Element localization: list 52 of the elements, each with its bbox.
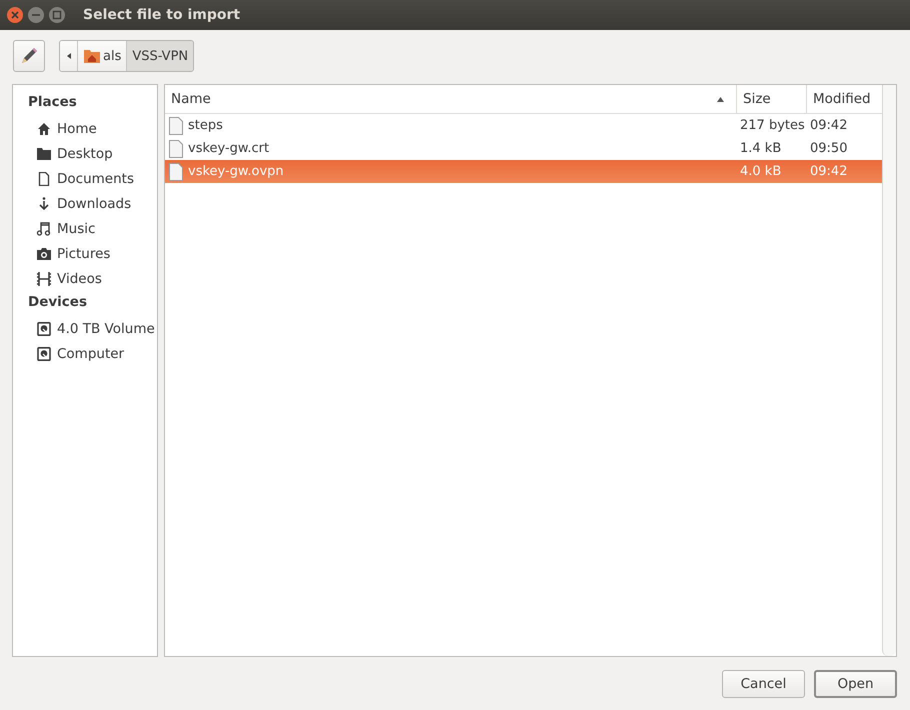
sort-ascending-icon [717, 96, 724, 102]
drive-icon [37, 322, 51, 336]
column-header[interactable]: Name [165, 85, 737, 113]
sidebar-item[interactable]: Computer [13, 341, 157, 366]
home-folder-icon [83, 48, 101, 64]
file-row[interactable]: vskey-gw.crt 1.4 kB 09:50 [165, 137, 882, 160]
sidebar-item[interactable]: 4.0 TB Volume [13, 316, 157, 341]
document-icon [37, 172, 51, 186]
sidebar-item[interactable]: Downloads [13, 191, 157, 216]
edit-location-button[interactable] [13, 40, 45, 72]
path-back-button[interactable] [60, 41, 78, 71]
file-icon [169, 116, 183, 134]
dialog-button[interactable]: Cancel [722, 670, 805, 698]
sidebar-item[interactable]: Home [13, 116, 157, 141]
close-icon[interactable] [6, 6, 24, 24]
left-arrow-icon [66, 53, 70, 59]
sidebar-item[interactable]: Pictures [13, 241, 157, 266]
file-modified: 09:42 [810, 164, 848, 179]
file-row[interactable]: steps 217 bytes 09:42 [165, 114, 882, 137]
sidebar-item[interactable]: Music [13, 216, 157, 241]
camera-icon [37, 246, 51, 260]
sidebar-item[interactable]: Videos [13, 266, 157, 291]
file-name: vskey-gw.ovpn [188, 164, 284, 179]
file-size: 217 bytes [740, 118, 805, 133]
scrollbar[interactable] [882, 85, 896, 656]
pencil-icon [19, 46, 39, 66]
sidebar-heading: Devices [27, 293, 88, 312]
maximize-icon[interactable] [48, 6, 66, 24]
file-name: steps [188, 118, 223, 133]
file-modified: 09:50 [810, 141, 848, 156]
file-icon [169, 140, 183, 158]
download-icon [37, 196, 51, 210]
file-modified: 09:42 [810, 118, 848, 133]
drive-icon [37, 346, 51, 360]
window-title: Select file to import [83, 7, 240, 23]
file-icon [169, 162, 183, 180]
film-icon [37, 272, 51, 286]
path-button[interactable]: als [78, 41, 128, 71]
file-name: vskey-gw.crt [188, 141, 270, 156]
dialog-button[interactable]: Open [814, 670, 897, 698]
music-icon [37, 222, 51, 236]
sidebar-item[interactable]: Documents [13, 166, 157, 191]
file-size: 4.0 kB [740, 164, 782, 179]
folder-icon [37, 146, 51, 160]
column-header[interactable]: Size [737, 85, 807, 113]
minimize-icon[interactable] [27, 6, 45, 24]
column-header[interactable]: Modified [807, 85, 882, 113]
sidebar-item[interactable]: Desktop [13, 141, 157, 166]
file-size: 1.4 kB [740, 141, 782, 156]
path-button[interactable]: VSS-VPN [127, 41, 194, 71]
sidebar-heading: Places [27, 93, 78, 112]
home-icon [37, 122, 51, 136]
